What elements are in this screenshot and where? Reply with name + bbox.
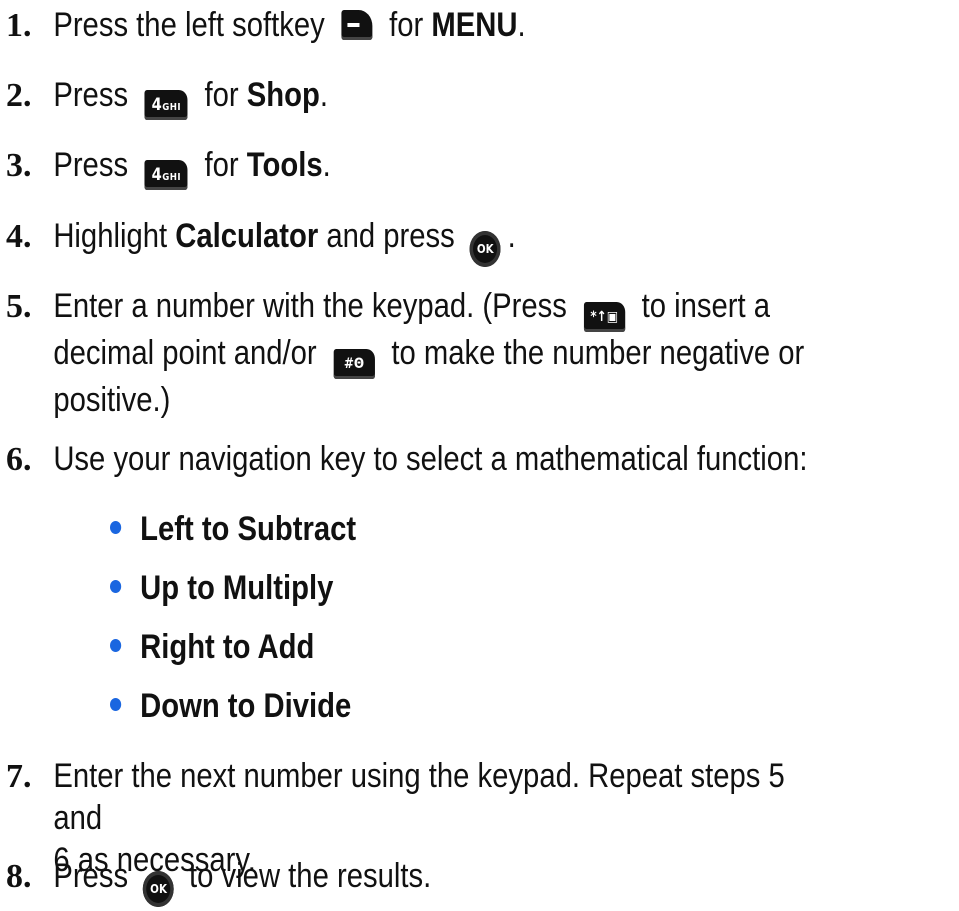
step-number: 8.: [5, 858, 32, 895]
function-item: Up to Multiply: [110, 567, 333, 609]
step-text: Highlight: [53, 217, 168, 255]
step-punct: .: [517, 6, 526, 44]
function-item: Left to Subtract: [110, 508, 356, 550]
left-softkey-icon: [341, 10, 373, 40]
step-text: Press the left softkey: [53, 6, 325, 44]
key-digit: 4: [151, 165, 163, 185]
step-5: 5. Enter a number with the keypad. (Pres…: [0, 285, 825, 419]
menu-label: MENU: [431, 6, 518, 44]
step-2: 2. Press 4GHI for Shop.: [0, 74, 825, 120]
key-digit: 4: [151, 95, 163, 115]
bullet-icon: [110, 580, 122, 593]
step-8: 8. Press OK to view the results.: [0, 855, 825, 907]
step-text: Use your navigation key to select a math…: [53, 440, 808, 478]
star-key-icon: *↑▣: [583, 302, 625, 332]
step-text: decimal point and/or: [53, 334, 317, 372]
step-7: 7. Enter the next number using the keypa…: [0, 755, 825, 879]
step-punct: .: [319, 76, 329, 114]
function-item: Down to Divide: [110, 685, 351, 727]
step-text: and press: [326, 217, 455, 255]
step-text: to insert a: [641, 287, 771, 325]
bullet-icon: [110, 639, 122, 652]
bullet-icon: [110, 698, 122, 711]
function-label: Right to Add: [140, 628, 315, 666]
function-label: Left to Subtract: [140, 510, 357, 548]
step-number: 7.: [5, 758, 32, 795]
ok-key-icon: OK: [143, 871, 175, 907]
step-number: 6.: [5, 441, 32, 478]
step-4: 4. Highlight Calculator and press OK.: [0, 215, 825, 267]
step-text: for: [389, 6, 424, 44]
step-number: 1.: [5, 7, 32, 44]
step-6: 6. Use your navigation key to select a m…: [0, 438, 825, 481]
bullet-icon: [110, 521, 122, 534]
shop-label: Shop: [246, 76, 320, 114]
function-item: Right to Add: [110, 626, 314, 668]
ok-key-icon: OK: [469, 231, 501, 267]
pound-key-icon: #Θ: [333, 349, 375, 379]
calculator-label: Calculator: [175, 217, 319, 255]
step-text: for: [204, 146, 239, 184]
key-4-icon: 4GHI: [144, 160, 188, 190]
key-letters: GHI: [162, 102, 181, 113]
step-text: for: [204, 76, 239, 114]
step-number: 4.: [5, 218, 32, 255]
step-line: decimal point and/or #Θ to make the numb…: [53, 332, 824, 379]
step-text: Press: [53, 76, 129, 114]
step-text: Press: [53, 857, 129, 895]
step-number: 5.: [5, 288, 32, 325]
key-4-icon: 4GHI: [144, 90, 188, 120]
step-punct: .: [507, 217, 516, 255]
step-line: Enter the next number using the keypad. …: [53, 757, 785, 837]
function-label: Up to Multiply: [140, 569, 334, 607]
step-line: Enter a number with the keypad. (Press *…: [53, 285, 824, 332]
step-text: Press: [53, 146, 129, 184]
key-letters: GHI: [162, 172, 181, 183]
step-number: 2.: [5, 77, 32, 114]
step-number: 3.: [5, 147, 32, 184]
step-text: Enter a number with the keypad. (Press: [53, 287, 567, 325]
step-line: positive.): [53, 381, 171, 419]
step-1: 1. Press the left softkey for MENU.: [0, 4, 825, 47]
function-label: Down to Divide: [140, 687, 352, 725]
step-text: to make the number negative or: [391, 334, 805, 372]
step-3: 3. Press 4GHI for Tools.: [0, 144, 825, 190]
step-punct: .: [322, 146, 331, 184]
step-text: to view the results.: [189, 857, 432, 895]
tools-label: Tools: [246, 146, 323, 184]
